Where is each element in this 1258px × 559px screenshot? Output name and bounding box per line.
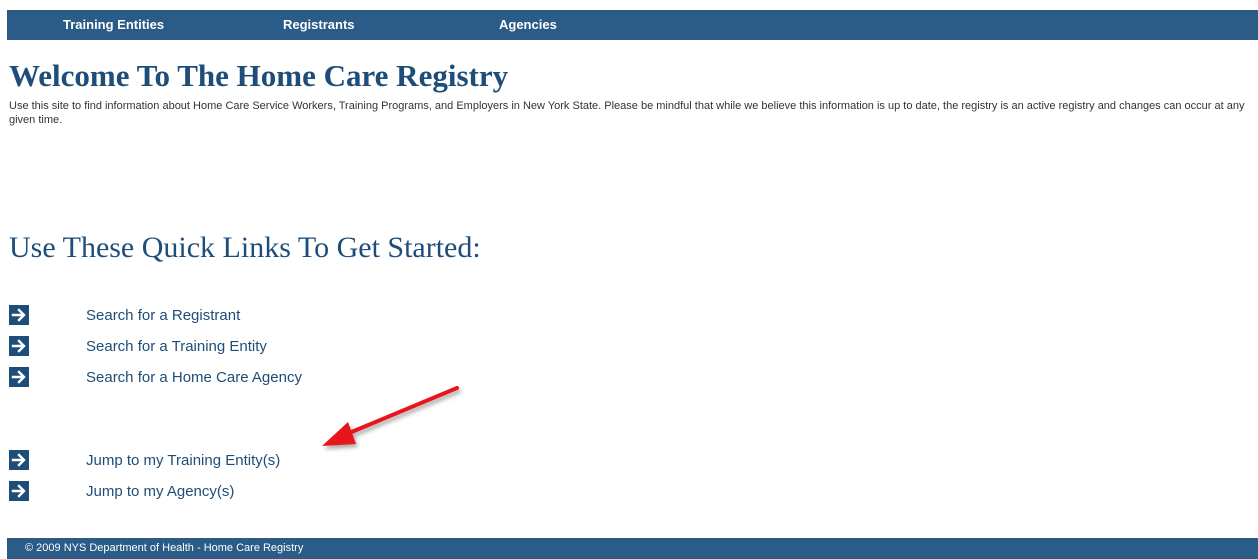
arrow-right-icon[interactable] [9,305,29,325]
quick-link-search-training-entity[interactable]: Search for a Training Entity [9,336,509,358]
quick-link-label[interactable]: Search for a Training Entity [86,338,267,356]
arrow-right-icon[interactable] [9,367,29,387]
arrow-right-icon[interactable] [9,481,29,501]
arrow-right-icon[interactable] [9,450,29,470]
quick-link-label[interactable]: Search for a Registrant [86,307,240,325]
quick-link-label[interactable]: Jump to my Agency(s) [86,483,234,501]
nav-link-registrants[interactable]: Registrants [283,10,355,40]
page: Training Entities Registrants Agencies W… [0,0,1258,559]
nav-link-agencies[interactable]: Agencies [499,10,557,40]
nav-link-training-entities[interactable]: Training Entities [63,10,164,40]
intro-text: Use this site to find information about … [9,100,1245,126]
quick-link-jump-agency[interactable]: Jump to my Agency(s) [9,481,509,503]
footer-copyright: © 2009 NYS Department of Health - Home C… [25,542,304,554]
quick-link-search-registrant[interactable]: Search for a Registrant [9,305,509,327]
top-navigation-bar: Training Entities Registrants Agencies [7,10,1258,40]
annotation-arrow-icon [322,386,459,446]
page-title: Welcome To The Home Care Registry [9,58,509,93]
quick-links-heading: Use These Quick Links To Get Started: [9,231,481,264]
arrow-right-icon[interactable] [9,336,29,356]
quick-link-label[interactable]: Jump to my Training Entity(s) [86,452,280,470]
footer-bar: © 2009 NYS Department of Health - Home C… [7,538,1258,559]
quick-link-label[interactable]: Search for a Home Care Agency [86,369,302,387]
